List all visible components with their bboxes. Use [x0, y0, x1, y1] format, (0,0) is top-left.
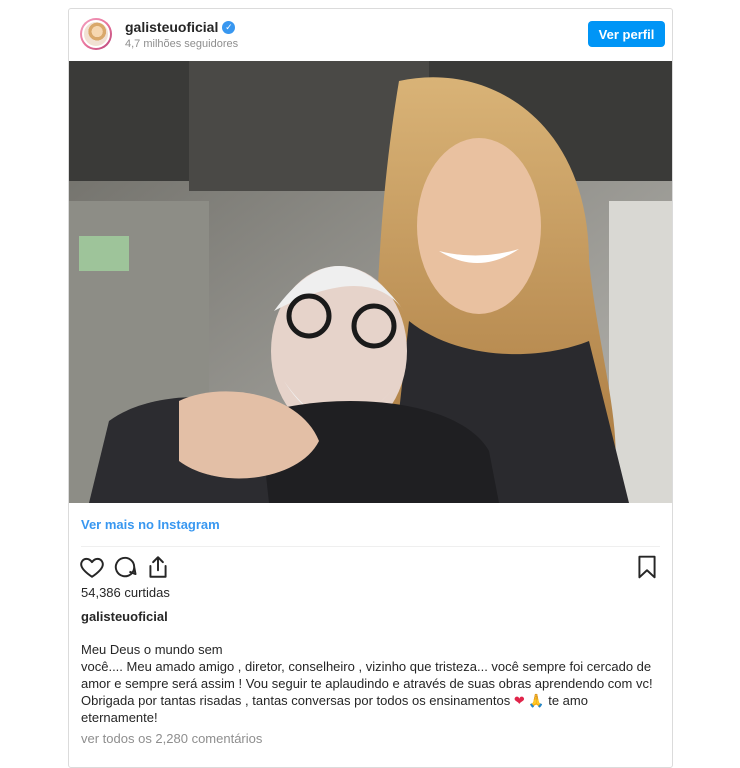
- speech-bubble-icon[interactable]: [112, 554, 138, 580]
- caption-line: eternamente!: [81, 710, 158, 725]
- post-photo-image: [69, 61, 672, 503]
- view-more-on-instagram-link[interactable]: Ver mais no Instagram: [81, 517, 220, 532]
- caption-line: Obrigada por tantas risadas , tantas con…: [81, 692, 661, 709]
- caption-line: Meu Deus o mundo sem: [81, 642, 223, 657]
- caption-username-link[interactable]: galisteuoficial: [81, 609, 168, 624]
- divider: [81, 546, 660, 547]
- verified-badge-icon: ✓: [222, 20, 236, 34]
- red-heart-emoji-icon: ❤: [513, 693, 525, 708]
- view-profile-button[interactable]: Ver perfil: [588, 21, 665, 47]
- caption-line: você.... Meu amado amigo , diretor, cons…: [81, 659, 652, 674]
- caption-line-text: Obrigada por tantas risadas , tantas con…: [81, 693, 511, 708]
- praying-hands-emoji-icon: 🙏: [528, 693, 545, 708]
- post-photo[interactable]: [69, 61, 672, 503]
- caption-line: amor e sempre será assim ! Vou seguir te…: [81, 676, 653, 691]
- follower-count: 4,7 milhões seguidores: [125, 38, 239, 50]
- heart-outline-icon[interactable]: [79, 554, 105, 580]
- username-link[interactable]: galisteuoficial: [125, 19, 218, 35]
- share-upload-icon[interactable]: [145, 554, 171, 580]
- avatar[interactable]: [80, 18, 112, 50]
- username-row: galisteuoficial ✓: [125, 19, 236, 35]
- avatar-image: [82, 20, 110, 48]
- like-count: 54,386 curtidas: [81, 585, 170, 600]
- caption-line-tail: te amo: [548, 693, 588, 708]
- bookmark-icon[interactable]: [634, 554, 660, 580]
- view-all-comments-link[interactable]: ver todos os 2,280 comentários: [81, 731, 262, 746]
- action-bar: [79, 554, 660, 582]
- instagram-embed-card: galisteuoficial ✓ 4,7 milhões seguidores…: [68, 8, 673, 768]
- post-caption: Meu Deus o mundo sem você.... Meu amado …: [81, 641, 661, 726]
- post-header: galisteuoficial ✓ 4,7 milhões seguidores…: [69, 9, 672, 61]
